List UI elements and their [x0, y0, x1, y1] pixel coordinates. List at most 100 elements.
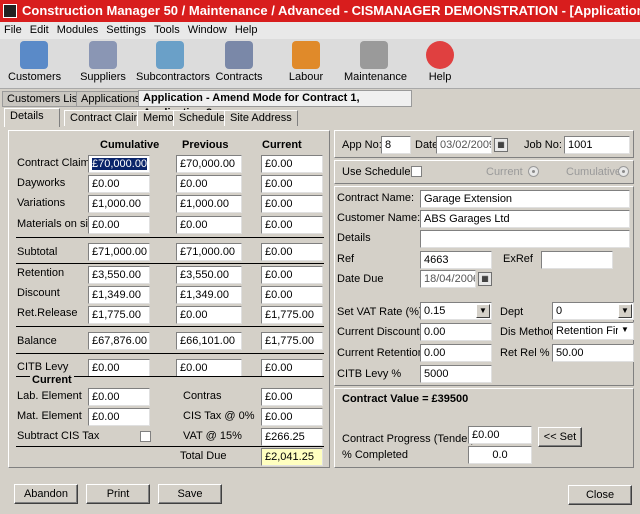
save-button[interactable]: Save: [158, 484, 222, 504]
current-radio[interactable]: [528, 166, 539, 177]
date-due-calendar-icon[interactable]: ▦: [478, 272, 492, 286]
cis-tax-field[interactable]: £0.00: [261, 408, 323, 426]
current-retention-field[interactable]: 0.00: [420, 344, 492, 362]
ret-rel-field[interactable]: 50.00: [552, 344, 634, 362]
contract-claim-previous[interactable]: £70,000.00: [176, 155, 242, 173]
date-due-field[interactable]: 18/04/2006: [420, 270, 476, 288]
divider: [16, 326, 324, 327]
balance-current[interactable]: £1,775.00: [261, 332, 323, 350]
discount-current[interactable]: £0.00: [261, 286, 323, 304]
customer-name-field[interactable]: ABS Garages Ltd: [420, 210, 630, 228]
mat-element-field[interactable]: £0.00: [88, 408, 150, 426]
tab-applications[interactable]: Applications: [76, 91, 146, 107]
discount-previous[interactable]: £1,349.00: [176, 286, 242, 304]
citb-cumulative[interactable]: £0.00: [88, 359, 150, 377]
retention-previous[interactable]: £3,550.00: [176, 266, 242, 284]
variations-cumulative[interactable]: £1,000.00: [88, 195, 150, 213]
materials-previous[interactable]: £0.00: [176, 216, 242, 234]
use-schedule-checkbox[interactable]: [411, 166, 422, 177]
subtotal-current[interactable]: £0.00: [261, 243, 323, 261]
label-current-option: Current: [486, 166, 523, 178]
subtotal-previous[interactable]: £71,000.00: [176, 243, 242, 261]
ref-field[interactable]: 4663: [420, 251, 492, 269]
toolbar-labour[interactable]: Labour: [284, 41, 328, 83]
vat-field[interactable]: £266.25: [261, 428, 323, 446]
subcontractors-icon: [156, 41, 184, 69]
details-field[interactable]: [420, 230, 630, 248]
abandon-button[interactable]: Abandon: [14, 484, 78, 504]
date-field[interactable]: 03/02/2009: [436, 136, 492, 154]
dis-method-dropdown[interactable]: Retention First ▼: [552, 322, 634, 340]
label-citb-levy: CITB Levy: [17, 361, 69, 373]
ret-release-cumulative[interactable]: £1,775.00: [88, 306, 150, 324]
tab-application-amend[interactable]: Application - Amend Mode for Contract 1,…: [138, 90, 412, 119]
dayworks-cumulative[interactable]: £0.00: [88, 175, 150, 193]
materials-current[interactable]: £0.00: [261, 216, 323, 234]
retention-cumulative[interactable]: £3,550.00: [88, 266, 150, 284]
citb-previous[interactable]: £0.00: [176, 359, 242, 377]
balance-cumulative[interactable]: £67,876.00: [88, 332, 150, 350]
form-tabs: Details Contract Claim Memo Schedule Sit…: [0, 108, 640, 127]
calendar-icon[interactable]: ▦: [494, 138, 508, 152]
menu-modules[interactable]: Modules: [53, 22, 103, 36]
citb-current[interactable]: £0.00: [261, 359, 323, 377]
variations-current[interactable]: £0.00: [261, 195, 323, 213]
ret-release-previous[interactable]: £0.00: [176, 306, 242, 324]
menu-settings[interactable]: Settings: [102, 22, 150, 36]
set-button[interactable]: << Set: [538, 427, 582, 447]
balance-previous[interactable]: £66,101.00: [176, 332, 242, 350]
window-title: Construction Manager 50 / Maintenance / …: [22, 3, 640, 18]
window-tabs: Customers List Applications Application …: [0, 89, 640, 119]
tab-details[interactable]: Details: [4, 108, 60, 127]
contract-progress-field[interactable]: £0.00: [468, 426, 532, 444]
subtract-cis-checkbox[interactable]: [140, 431, 151, 442]
app-no-field[interactable]: 8: [381, 136, 411, 154]
toolbar-suppliers[interactable]: Suppliers: [78, 41, 128, 83]
variations-previous[interactable]: £1,000.00: [176, 195, 242, 213]
menu-help[interactable]: Help: [231, 22, 262, 36]
subtotal-cumulative[interactable]: £71,000.00: [88, 243, 150, 261]
contract-claim-cumulative[interactable]: £70,000.00: [88, 155, 150, 173]
menu-edit[interactable]: Edit: [26, 22, 53, 36]
lab-element-field[interactable]: £0.00: [88, 388, 150, 406]
divider: [16, 237, 324, 238]
toolbar-subcontractors[interactable]: Subcontractors: [136, 41, 210, 83]
toolbar-customers[interactable]: Customers: [8, 41, 61, 83]
chevron-down-icon[interactable]: ▼: [476, 304, 490, 318]
contras-field[interactable]: £0.00: [261, 388, 323, 406]
chevron-down-icon[interactable]: ▼: [618, 324, 632, 338]
tab-schedule[interactable]: Schedule: [173, 110, 231, 126]
menu-tools[interactable]: Tools: [150, 22, 184, 36]
citb-levy-field[interactable]: 5000: [420, 365, 492, 383]
print-button[interactable]: Print: [86, 484, 150, 504]
ret-release-current[interactable]: £1,775.00: [261, 306, 323, 324]
exref-field[interactable]: [541, 251, 613, 269]
toolbar-contracts[interactable]: Contracts: [214, 41, 264, 83]
materials-cumulative[interactable]: £0.00: [88, 216, 150, 234]
close-button[interactable]: Close: [568, 485, 632, 505]
retention-current[interactable]: £0.00: [261, 266, 323, 284]
set-vat-dropdown[interactable]: 0.15 ▼: [420, 302, 492, 320]
dept-dropdown[interactable]: 0 ▼: [552, 302, 634, 320]
toolbar-maintenance[interactable]: Maintenance: [344, 41, 407, 83]
toolbar-help[interactable]: Help: [420, 41, 460, 83]
contract-claim-current[interactable]: £0.00: [261, 155, 323, 173]
completed-field[interactable]: 0.0: [468, 446, 532, 464]
dayworks-previous[interactable]: £0.00: [176, 175, 242, 193]
tab-site-address[interactable]: Site Address: [224, 110, 298, 126]
dayworks-current[interactable]: £0.00: [261, 175, 323, 193]
job-no-field[interactable]: 1001: [564, 136, 630, 154]
label-ret-release: Ret.Release: [17, 307, 78, 319]
menu-window[interactable]: Window: [184, 22, 231, 36]
cumulative-radio[interactable]: [618, 166, 629, 177]
label-app-no: App No:: [342, 139, 382, 151]
current-discount-field[interactable]: 0.00: [420, 323, 492, 341]
discount-cumulative[interactable]: £1,349.00: [88, 286, 150, 304]
label-job-no: Job No:: [524, 139, 562, 151]
header-current: Current: [262, 139, 302, 151]
header-previous: Previous: [182, 139, 229, 151]
menu-file[interactable]: File: [0, 22, 26, 36]
chevron-down-icon[interactable]: ▼: [618, 304, 632, 318]
tab-customers-list[interactable]: Customers List: [2, 91, 86, 107]
contract-name-field[interactable]: Garage Extension: [420, 190, 630, 208]
